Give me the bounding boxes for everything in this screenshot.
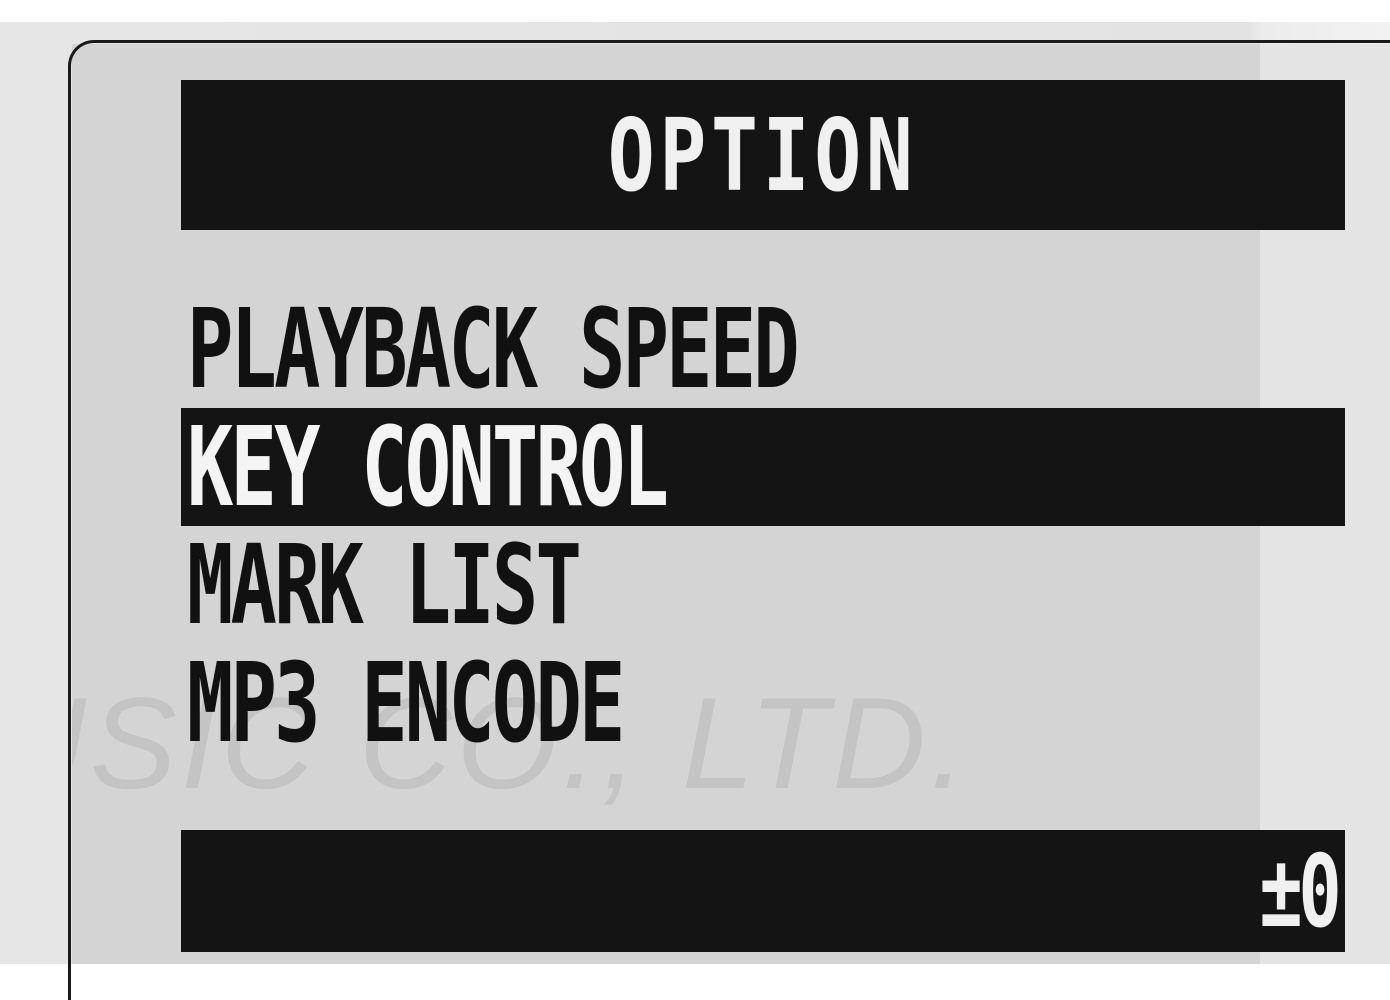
menu-item-mp3-encode[interactable]: MP3 ENCODE: [181, 639, 1345, 767]
menu-item-label: MP3 ENCODE: [187, 639, 625, 767]
menu-item-label: KEY CONTROL: [187, 403, 669, 531]
title-bar: OPTION: [181, 80, 1345, 230]
page-title: OPTION: [608, 96, 918, 214]
key-value-readout: ±0: [1258, 832, 1341, 950]
menu-item-label: PLAYBACK SPEED: [187, 285, 800, 413]
menu-item-label: MARK LIST: [187, 521, 582, 649]
menu-item-playback-speed[interactable]: PLAYBACK SPEED: [181, 285, 1345, 413]
option-menu: PLAYBACK SPEED KEY CONTROL MARK LIST MP3…: [181, 285, 1345, 767]
menu-item-mark-list[interactable]: MARK LIST: [181, 521, 1345, 649]
menu-item-key-control[interactable]: KEY CONTROL: [181, 403, 1345, 531]
status-bar: ±0: [181, 830, 1345, 952]
top-edge: [0, 0, 1390, 22]
